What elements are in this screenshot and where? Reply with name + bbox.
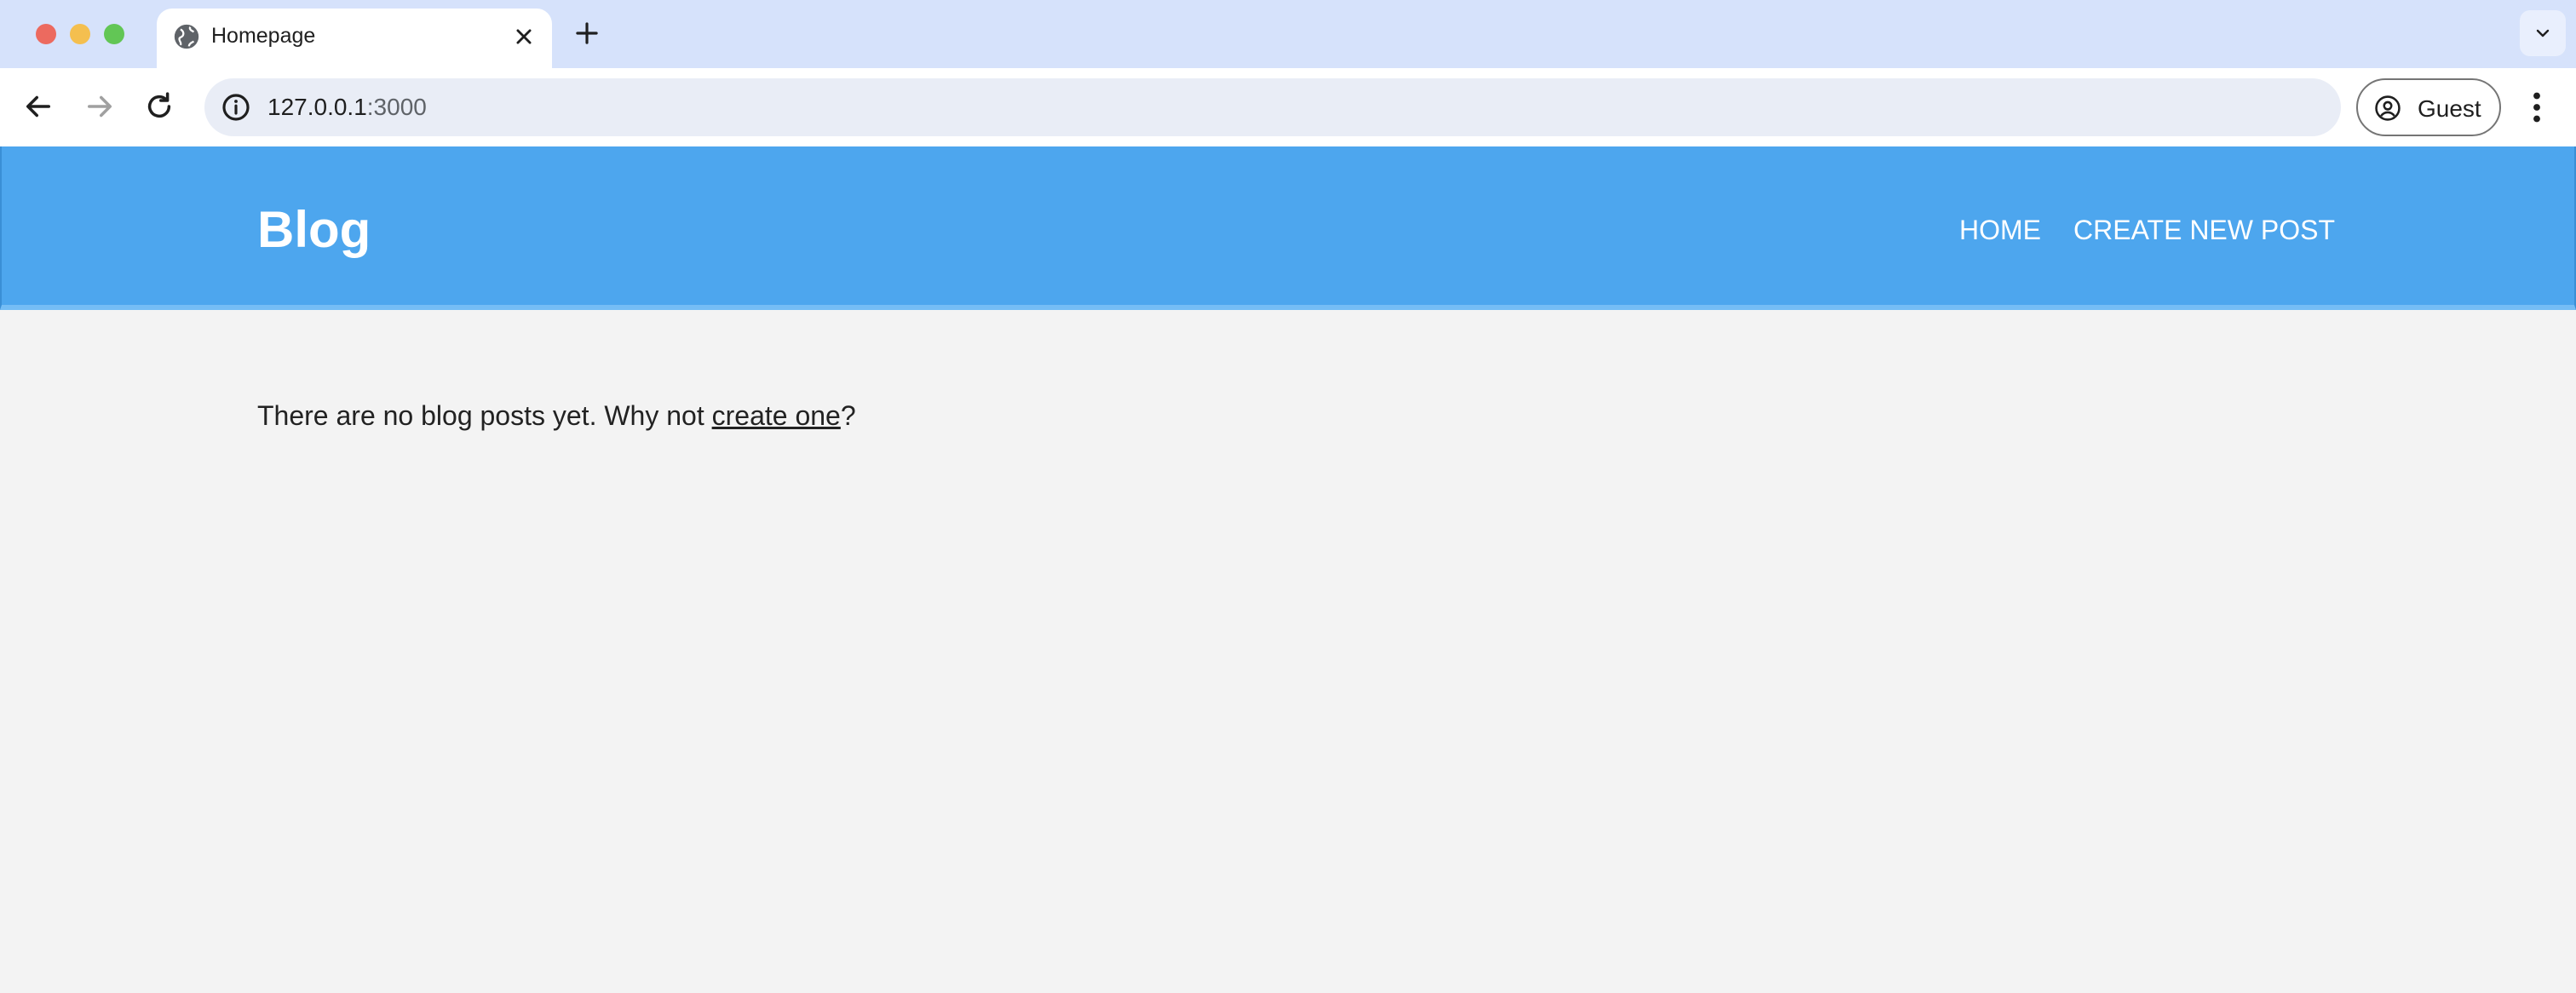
forward-arrow-icon[interactable] (82, 89, 118, 124)
close-window-button[interactable] (36, 24, 56, 44)
globe-icon (174, 24, 199, 49)
browser-tab-strip: Homepage (0, 0, 2576, 68)
browser-tab-homepage[interactable]: Homepage (157, 9, 552, 68)
nav-home-link[interactable]: HOME (1959, 215, 2041, 245)
back-arrow-icon[interactable] (20, 89, 56, 124)
main-content: There are no blog posts yet. Why not cre… (0, 315, 2576, 993)
close-tab-icon[interactable] (509, 22, 538, 51)
site-info-icon[interactable] (218, 89, 254, 125)
profile-label: Guest (2418, 95, 2481, 122)
reload-icon[interactable] (141, 89, 177, 124)
site-header: Blog HOME CREATE NEW POST (0, 146, 2576, 310)
chevron-down-icon (2536, 29, 2550, 37)
url-port: :3000 (366, 94, 427, 120)
more-menu-icon[interactable] (2521, 87, 2552, 128)
tab-title: Homepage (211, 24, 316, 48)
browser-toolbar: 127.0.0.1:3000 Guest (0, 68, 2576, 146)
empty-message-suffix: ? (840, 400, 856, 431)
site-brand[interactable]: Blog (257, 204, 371, 255)
minimize-window-button[interactable] (70, 24, 90, 44)
empty-message-text: There are no blog posts yet. Why not (257, 400, 712, 431)
nav-create-post-link[interactable]: CREATE NEW POST (2073, 215, 2335, 245)
profile-button[interactable]: Guest (2356, 78, 2501, 136)
maximize-window-button[interactable] (104, 24, 124, 44)
new-tab-icon[interactable] (571, 17, 603, 49)
address-bar[interactable]: 127.0.0.1:3000 (204, 78, 2341, 136)
tab-search-button[interactable] (2520, 10, 2566, 56)
url-text: 127.0.0.1:3000 (267, 92, 427, 123)
create-one-link[interactable]: create one (712, 400, 841, 431)
account-icon (2375, 95, 2401, 121)
url-host: 127.0.0.1 (267, 94, 367, 120)
empty-state-message: There are no blog posts yet. Why not cre… (257, 399, 856, 433)
